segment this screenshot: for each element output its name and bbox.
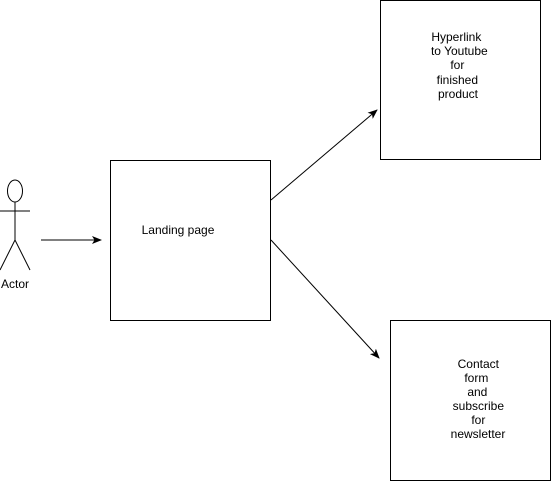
- actor-right-leg: [14, 239, 31, 271]
- diagram-canvas: Actor Landing page Hyperlink to Youtube …: [0, 0, 551, 481]
- youtube-label-line: finished: [437, 73, 478, 87]
- youtube-label-line: Hyperlink: [431, 30, 482, 44]
- landing-page-box: [110, 160, 271, 321]
- youtube-label-line: for: [450, 58, 464, 72]
- landing-page-label: Landing page: [142, 223, 215, 237]
- contact-label-line: Contact: [458, 357, 500, 371]
- contact-label-line: newsletter: [451, 427, 506, 441]
- youtube-label-line: to Youtube: [431, 44, 488, 58]
- contact-form-label: Contact form and subscribe for newslette…: [451, 357, 508, 441]
- contact-label-line: and: [467, 385, 487, 399]
- contact-label-line: subscribe: [453, 399, 505, 413]
- contact-label-line: for: [471, 413, 485, 427]
- arrow-landing-to-contact[interactable]: [270, 239, 380, 359]
- contact-form-node[interactable]: Contact form and subscribe for newslette…: [390, 320, 551, 481]
- landing-page-label-line: Landing page: [142, 223, 215, 237]
- actor-head: [7, 179, 23, 203]
- landing-page-node[interactable]: Landing page: [110, 160, 271, 321]
- youtube-hyperlink-node[interactable]: Hyperlink to Youtube for finished produc…: [380, 0, 541, 160]
- actor-left-leg: [0, 239, 16, 271]
- actor[interactable]: Actor: [0, 179, 31, 291]
- contact-label-line: form: [464, 371, 488, 385]
- actor-label: Actor: [1, 277, 29, 291]
- youtube-label-line: product: [438, 87, 479, 101]
- arrow-landing-to-youtube[interactable]: [270, 109, 378, 201]
